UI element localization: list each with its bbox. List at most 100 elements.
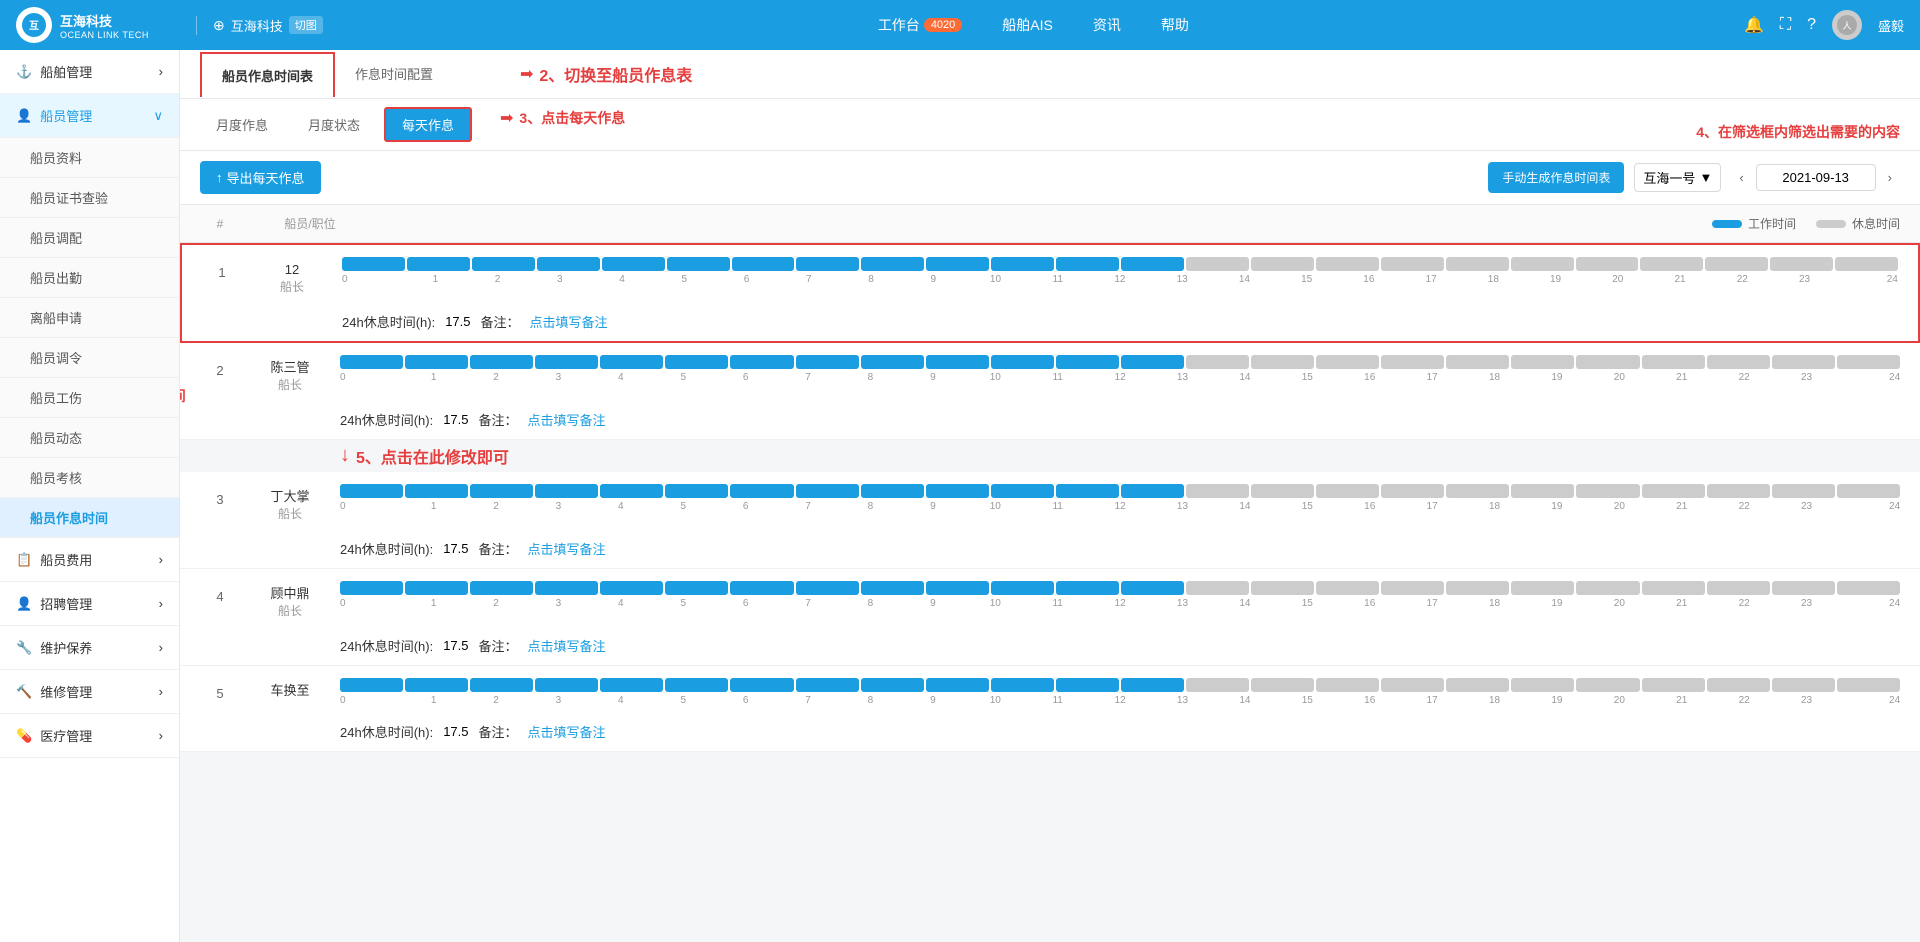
nav-ship-ais[interactable]: 船舶AIS	[1002, 15, 1053, 35]
date-next-button[interactable]: ›	[1880, 165, 1900, 190]
note-link[interactable]: 点击填写备注	[528, 539, 606, 558]
nav-help[interactable]: 帮助	[1161, 15, 1189, 35]
row-name: 车换至	[240, 678, 340, 700]
bar-segment-21	[1707, 355, 1770, 369]
sub-tab-daily-work[interactable]: 每天作息	[384, 107, 472, 142]
bar-segment-4	[600, 581, 663, 595]
sidebar-item-crew-info[interactable]: 船员资料	[0, 138, 179, 178]
table-row: 5 车换至 0123456789101112131415161718192021…	[180, 666, 1920, 752]
bar-segment-2	[472, 257, 535, 271]
sidebar-item-crew-assess[interactable]: 船员考核	[0, 458, 179, 498]
bar-segment-23	[1837, 484, 1900, 498]
logo-text: 互海科技 OCEAN LINK TECH	[60, 11, 149, 40]
nav-news[interactable]: 资讯	[1093, 15, 1121, 35]
row-number: 1	[202, 257, 242, 280]
main-tabs-bar: 船员作息时间表 作息时间配置 ➡ 2、切换至船员作息表	[180, 50, 1920, 99]
bar-segment-0	[340, 581, 403, 595]
bar-segment-16	[1381, 355, 1444, 369]
sidebar-item-crew-departure[interactable]: 船员出勤	[0, 258, 179, 298]
bar-segment-6	[732, 257, 795, 271]
breadcrumb-home[interactable]: 互海科技	[231, 16, 283, 35]
legend-rest: 休息时间	[1816, 215, 1900, 232]
sidebar-item-medical[interactable]: 💊 医疗管理 ›	[0, 714, 179, 758]
help-circle-icon[interactable]: ?	[1807, 16, 1816, 34]
sidebar-item-crew-leave[interactable]: 离船申请	[0, 298, 179, 338]
sidebar-item-crew-rest[interactable]: 船员作息时间	[0, 498, 179, 538]
bar-segment-20	[1640, 257, 1703, 271]
sidebar-item-maint[interactable]: 🔧 维护保养 ›	[0, 626, 179, 670]
note-link[interactable]: 点击填写备注	[528, 636, 606, 655]
date-input[interactable]	[1756, 164, 1876, 191]
bar-segment-9	[926, 484, 989, 498]
bar-segment-17	[1446, 484, 1509, 498]
toolbar-right: 4、在筛选框内筛选出需要的内容 手动生成作息时间表 互海一号 ▼ ‹ ›	[1488, 162, 1900, 193]
avatar[interactable]: 人	[1832, 10, 1862, 40]
fullscreen-icon[interactable]: ⛶	[1780, 16, 1791, 34]
ship-selector: 互海一号 ▼	[1634, 163, 1721, 192]
tab-rest-config[interactable]: 作息时间配置	[335, 50, 453, 99]
date-prev-button[interactable]: ‹	[1731, 165, 1751, 190]
crew-icon: 👤	[16, 108, 32, 124]
svg-text:人: 人	[1842, 21, 1851, 31]
bar-segment-21	[1707, 484, 1770, 498]
breadcrumb-tag[interactable]: 切图	[289, 16, 323, 34]
bar-segment-7	[796, 581, 859, 595]
bar-segment-3	[535, 484, 598, 498]
bar-segment-23	[1837, 581, 1900, 595]
row-name: 顾中鼎 船长	[240, 581, 340, 620]
bar-segment-8	[861, 484, 924, 498]
bar-segment-14	[1251, 257, 1314, 271]
sidebar-item-repair[interactable]: 🔨 维修管理 ›	[0, 670, 179, 714]
table-row: 2 陈三管 船长 0123456789101112131415161718192…	[180, 343, 1920, 440]
row-footer: 24h休息时间(h): 17.5 备注： 点击填写备注	[180, 718, 1920, 751]
ship-dropdown-icon[interactable]: ▼	[1699, 170, 1712, 185]
bar-segment-2	[470, 484, 533, 498]
bar-segment-21	[1707, 678, 1770, 692]
bar-segment-17	[1446, 257, 1509, 271]
chevron-right-icon-maint: ›	[159, 640, 163, 655]
manual-generate-button[interactable]: 手动生成作息时间表	[1488, 162, 1624, 193]
sidebar-item-crew-cert[interactable]: 船员证书查验	[0, 178, 179, 218]
sidebar-item-crew-cost[interactable]: 📋 船员费用 ›	[0, 538, 179, 582]
note-link[interactable]: 点击填写备注	[528, 410, 606, 429]
bar-segment-2	[470, 678, 533, 692]
bar-segment-1	[405, 678, 468, 692]
note-link[interactable]: 点击填写备注	[530, 312, 608, 331]
bar-segment-17	[1446, 355, 1509, 369]
sidebar-item-crew-mgmt[interactable]: 👤 船员管理 ∨	[0, 94, 179, 138]
sidebar-submenu: 船员资料 船员证书查验 船员调配 船员出勤 离船申请 船员调令 船员工伤 船员动…	[0, 138, 179, 538]
sidebar-item-crew-dynamic[interactable]: 船员动态	[0, 418, 179, 458]
sidebar-item-recruit[interactable]: 👤 招聘管理 ›	[0, 582, 179, 626]
bar-segment-7	[796, 355, 859, 369]
user-name[interactable]: 盛毅	[1878, 16, 1904, 35]
bar-segment-23	[1837, 355, 1900, 369]
table-body: 1 12 船长 01234567891011121314151617181920…	[180, 243, 1920, 772]
sub-tab-monthly-work[interactable]: 月度作息	[200, 109, 284, 140]
export-button[interactable]: ↑ 导出每天作息	[200, 161, 321, 194]
sidebar-label-crew-mgmt: 船员管理	[40, 106, 92, 125]
row-name: 12 船长	[242, 257, 342, 296]
sidebar-item-crew-dispatch[interactable]: 船员调配	[0, 218, 179, 258]
bar-segment-7	[796, 678, 859, 692]
sub-tab-monthly-status[interactable]: 月度状态	[292, 109, 376, 140]
chevron-right-icon-cost: ›	[159, 552, 163, 567]
bar-segment-0	[342, 257, 405, 271]
bar-segment-19	[1576, 355, 1639, 369]
bar-segment-22	[1772, 581, 1835, 595]
toolbar-left: ↑ 导出每天作息	[200, 161, 321, 194]
col-legend: 工作时间 休息时间	[380, 215, 1900, 232]
sidebar-item-crew-order[interactable]: 船员调令	[0, 338, 179, 378]
note-link[interactable]: 点击填写备注	[528, 722, 606, 741]
bar-segment-1	[405, 484, 468, 498]
sidebar-item-crew-injury[interactable]: 船员工伤	[0, 378, 179, 418]
bar-segment-5	[665, 484, 728, 498]
notification-icon[interactable]: 🔔	[1744, 15, 1764, 35]
bar-segment-12	[1121, 678, 1184, 692]
tab-rest-schedule[interactable]: 船员作息时间表	[200, 52, 335, 97]
row-chart: 0123456789101112131415161718192021222324	[340, 484, 1900, 512]
bar-segment-11	[1056, 257, 1119, 271]
bar-segment-6	[730, 484, 793, 498]
nav-workbench[interactable]: 工作台 4020	[878, 15, 962, 35]
bar-segment-9	[926, 581, 989, 595]
sidebar-item-ship-mgmt[interactable]: ⚓ 船舶管理 ›	[0, 50, 179, 94]
